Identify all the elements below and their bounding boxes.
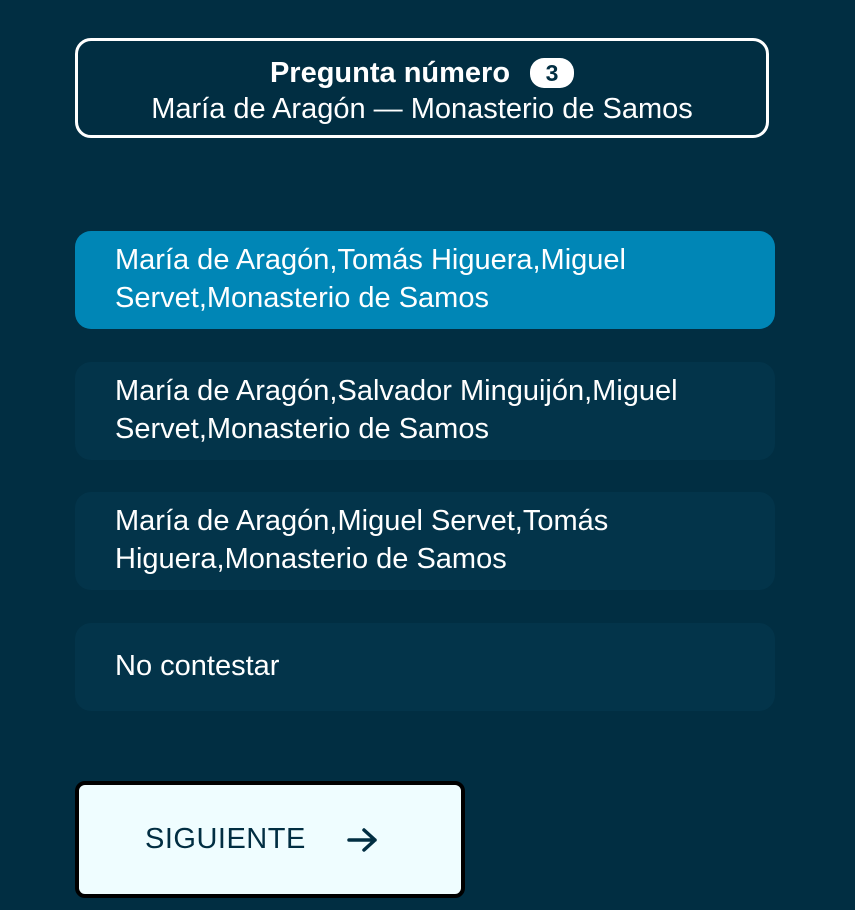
answer-option-no-answer[interactable]: No contestar	[75, 623, 775, 711]
answer-option-3[interactable]: María de Aragón,Miguel Servet,Tomás Higu…	[75, 492, 775, 590]
question-subtitle: María de Aragón — Monasterio de Samos	[151, 93, 693, 125]
question-number-badge: 3	[530, 58, 575, 88]
answer-option-label: María de Aragón,Tomás Higuera,Miguel Ser…	[115, 244, 626, 314]
answer-option-2[interactable]: María de Aragón,Salvador Minguijón,Migue…	[75, 362, 775, 460]
question-title-row: Pregunta número 3	[78, 56, 766, 90]
answer-option-label: María de Aragón,Miguel Servet,Tomás Higu…	[115, 505, 609, 575]
question-header: Pregunta número 3 María de Aragón — Mona…	[75, 38, 769, 138]
answer-option-label: No contestar	[115, 650, 280, 682]
next-button-label: SIGUIENTE	[145, 823, 306, 855]
arrow-right-icon	[347, 827, 377, 852]
answer-option-label: María de Aragón,Salvador Minguijón,Migue…	[115, 375, 678, 445]
next-button[interactable]: SIGUIENTE	[75, 781, 465, 898]
question-title: Pregunta número	[269, 57, 511, 89]
answer-option-1[interactable]: María de Aragón,Tomás Higuera,Miguel Ser…	[75, 231, 775, 329]
